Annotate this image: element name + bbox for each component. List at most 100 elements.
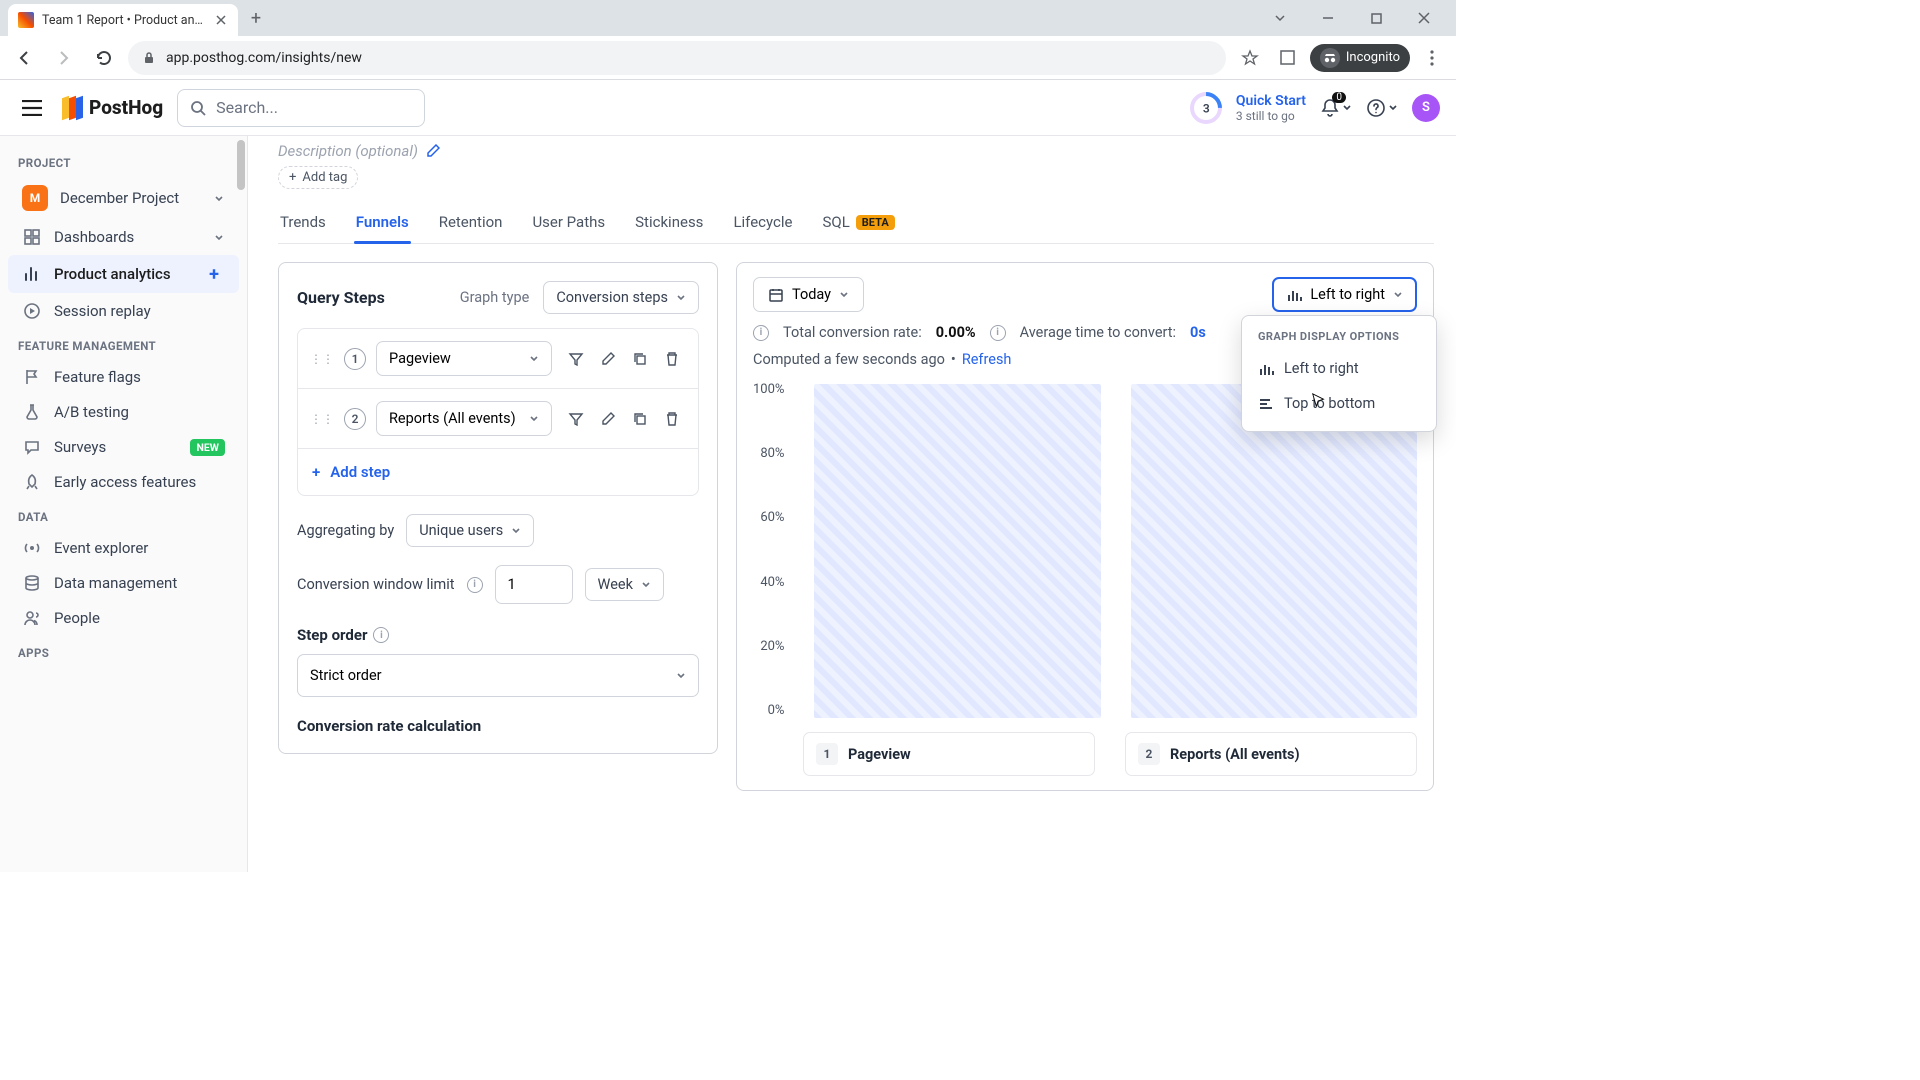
extensions-icon[interactable] bbox=[1272, 42, 1304, 74]
dropdown-option-ltr[interactable]: Left to right bbox=[1248, 351, 1430, 386]
tab-user-paths[interactable]: User Paths bbox=[530, 203, 607, 243]
legend-item[interactable]: 1 Pageview bbox=[803, 732, 1095, 776]
description-field[interactable]: Description (optional) bbox=[278, 140, 1434, 160]
chevron-down-icon bbox=[529, 414, 539, 424]
total-conv-label: Total conversion rate: bbox=[783, 324, 922, 341]
conv-window-unit-select[interactable]: Week bbox=[585, 568, 664, 601]
close-window-icon[interactable] bbox=[1404, 4, 1444, 32]
project-avatar: M bbox=[22, 185, 48, 211]
notifications-button[interactable]: 0 bbox=[1320, 98, 1352, 118]
quick-start-link[interactable]: Quick Start 3 still to go bbox=[1236, 93, 1306, 123]
forward-button[interactable] bbox=[48, 42, 80, 74]
browser-menu-icon[interactable] bbox=[1416, 42, 1448, 74]
play-icon bbox=[22, 302, 42, 320]
layout-select[interactable]: Left to right bbox=[1272, 277, 1417, 312]
bar-chart-icon bbox=[1286, 287, 1302, 303]
sidebar-item-people[interactable]: People bbox=[8, 601, 239, 635]
drag-handle-icon[interactable]: ⋮⋮ bbox=[310, 352, 334, 366]
sidebar-item-data-management[interactable]: Data management bbox=[8, 566, 239, 600]
delete-icon[interactable] bbox=[658, 345, 686, 373]
sidebar-item-surveys[interactable]: Surveys NEW bbox=[8, 430, 239, 464]
refresh-link[interactable]: Refresh bbox=[962, 351, 1012, 368]
info-icon[interactable]: i bbox=[373, 627, 389, 643]
sidebar-item-feature-flags[interactable]: Feature flags bbox=[8, 360, 239, 394]
sidebar-item-dashboards[interactable]: Dashboards bbox=[8, 220, 239, 254]
avg-time-value: 0s bbox=[1190, 324, 1206, 341]
step-order-select[interactable]: Strict order bbox=[297, 654, 699, 697]
funnel-bar[interactable] bbox=[1131, 384, 1417, 718]
plus-icon: + bbox=[289, 170, 296, 185]
aggregating-select[interactable]: Unique users bbox=[406, 514, 534, 547]
add-step-button[interactable]: + Add step bbox=[298, 449, 698, 495]
conv-window-label: Conversion window limit bbox=[297, 576, 455, 593]
new-tab-button[interactable]: + bbox=[242, 4, 270, 32]
chevron-down-icon bbox=[529, 354, 539, 364]
bookmark-icon[interactable] bbox=[1234, 42, 1266, 74]
help-button[interactable] bbox=[1366, 98, 1398, 118]
beta-badge: BETA bbox=[856, 215, 895, 230]
filter-icon[interactable] bbox=[562, 345, 590, 373]
funnel-bar[interactable] bbox=[814, 384, 1100, 718]
menu-toggle[interactable] bbox=[16, 92, 48, 124]
graph-type-label: Graph type bbox=[460, 289, 530, 306]
info-icon[interactable]: i bbox=[753, 325, 769, 341]
query-panel: Query Steps Graph type Conversion steps … bbox=[278, 262, 718, 754]
sidebar-item-session-replay[interactable]: Session replay bbox=[8, 294, 239, 328]
sidebar-item-ab-testing[interactable]: A/B testing bbox=[8, 395, 239, 429]
tab-lifecycle[interactable]: Lifecycle bbox=[731, 203, 794, 243]
copy-icon[interactable] bbox=[626, 405, 654, 433]
tab-funnels[interactable]: Funnels bbox=[354, 203, 411, 243]
tab-retention[interactable]: Retention bbox=[437, 203, 505, 243]
graph-type-select[interactable]: Conversion steps bbox=[543, 281, 699, 314]
event-select[interactable]: Pageview bbox=[376, 341, 552, 376]
back-button[interactable] bbox=[8, 42, 40, 74]
add-insight-button[interactable]: + bbox=[203, 263, 225, 285]
info-icon[interactable]: i bbox=[467, 577, 483, 593]
pencil-icon[interactable] bbox=[426, 144, 440, 158]
reload-button[interactable] bbox=[88, 42, 120, 74]
dropdown-option-ttb[interactable]: Top to bottom bbox=[1248, 386, 1430, 421]
sidebar-item-early-access[interactable]: Early access features bbox=[8, 465, 239, 499]
results-panel: Today Left to right GRAPH DISPLAY OPTION… bbox=[736, 262, 1434, 791]
incognito-indicator[interactable]: Incognito bbox=[1310, 44, 1410, 72]
brand-logo[interactable]: PostHog bbox=[62, 96, 163, 119]
dropdown-header: GRAPH DISPLAY OPTIONS bbox=[1248, 326, 1430, 351]
date-range-select[interactable]: Today bbox=[753, 277, 864, 312]
legend-item[interactable]: 2 Reports (All events) bbox=[1125, 732, 1417, 776]
user-avatar[interactable]: S bbox=[1412, 94, 1440, 122]
drag-handle-icon[interactable]: ⋮⋮ bbox=[310, 412, 334, 426]
conv-window-input[interactable] bbox=[495, 565, 573, 604]
maximize-icon[interactable] bbox=[1356, 4, 1396, 32]
event-select[interactable]: Reports (All events) bbox=[376, 401, 552, 436]
sidebar: PROJECT M December Project Dashboards Pr… bbox=[0, 136, 248, 872]
tab-sql[interactable]: SQLBETA bbox=[820, 203, 896, 243]
broadcast-icon bbox=[22, 539, 42, 557]
info-icon[interactable]: i bbox=[990, 325, 1006, 341]
delete-icon[interactable] bbox=[658, 405, 686, 433]
tab-trends[interactable]: Trends bbox=[278, 203, 328, 243]
graph-display-dropdown: GRAPH DISPLAY OPTIONS Left to right Top … bbox=[1241, 315, 1437, 432]
edit-icon[interactable] bbox=[594, 345, 622, 373]
search-icon bbox=[190, 100, 206, 116]
incognito-icon bbox=[1320, 48, 1340, 68]
notification-badge: 0 bbox=[1332, 92, 1346, 103]
browser-tab[interactable]: Team 1 Report • Product analytics bbox=[8, 4, 238, 36]
brand-name: PostHog bbox=[89, 96, 163, 119]
close-tab-icon[interactable] bbox=[214, 13, 228, 27]
sidebar-item-event-explorer[interactable]: Event explorer bbox=[8, 531, 239, 565]
minimize-icon[interactable] bbox=[1308, 4, 1348, 32]
tab-stickiness[interactable]: Stickiness bbox=[633, 203, 705, 243]
chevron-down-icon[interactable] bbox=[1260, 4, 1300, 32]
filter-icon[interactable] bbox=[562, 405, 590, 433]
url-input[interactable]: app.posthog.com/insights/new bbox=[128, 41, 1226, 75]
edit-icon[interactable] bbox=[594, 405, 622, 433]
chevron-down-icon bbox=[1388, 103, 1398, 113]
chevron-down-icon bbox=[213, 231, 225, 243]
section-feature: FEATURE MANAGEMENT bbox=[4, 329, 243, 359]
project-selector[interactable]: M December Project bbox=[8, 177, 239, 219]
add-tag-button[interactable]: + Add tag bbox=[278, 166, 358, 189]
search-input[interactable]: Search... bbox=[177, 89, 425, 127]
copy-icon[interactable] bbox=[626, 345, 654, 373]
sidebar-item-product-analytics[interactable]: Product analytics + bbox=[8, 255, 239, 293]
progress-donut[interactable]: 3 bbox=[1183, 85, 1228, 130]
